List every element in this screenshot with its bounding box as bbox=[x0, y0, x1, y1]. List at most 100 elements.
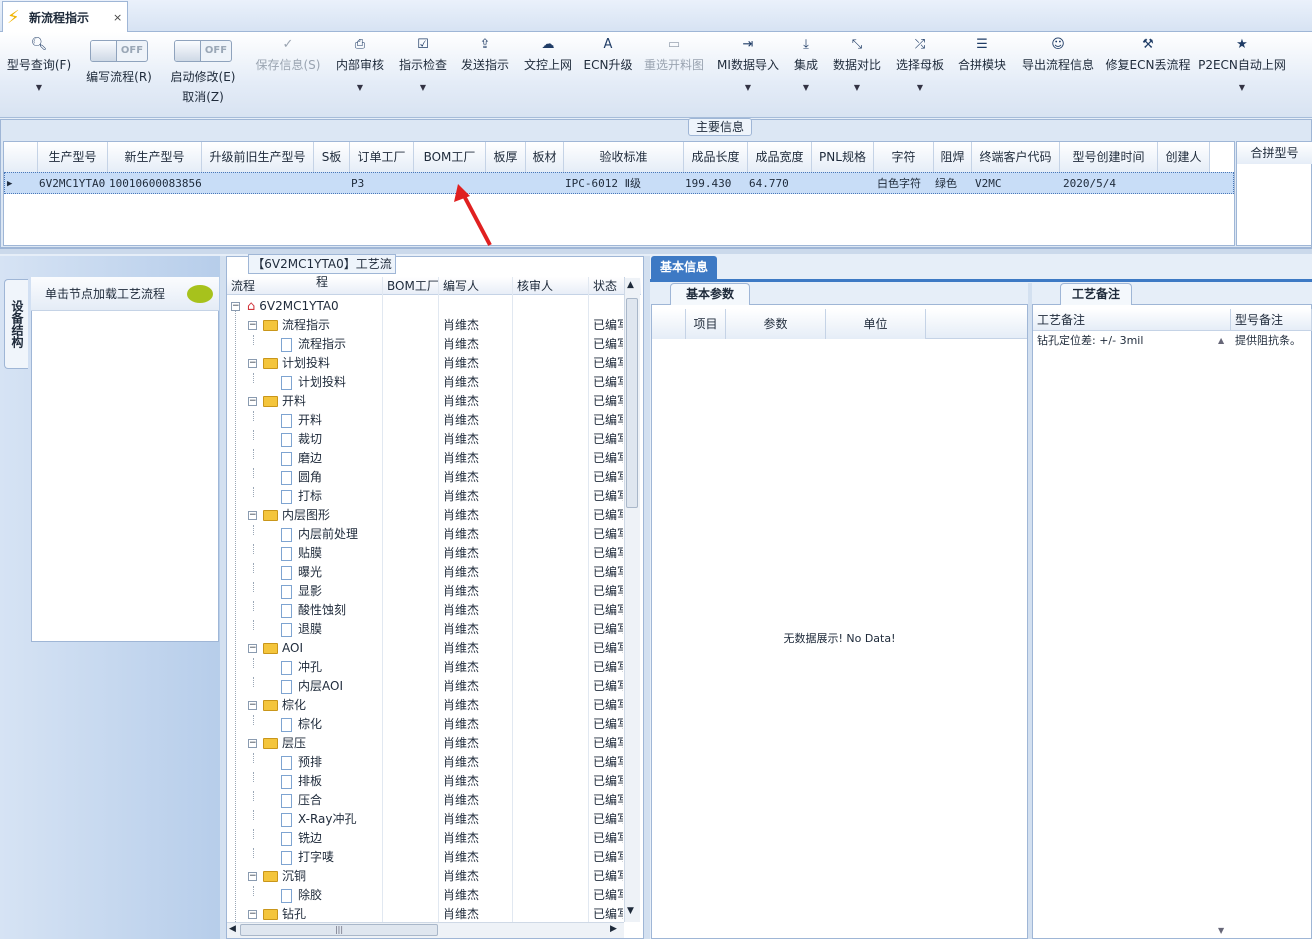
model-note-text[interactable]: 提供阻抗条。 bbox=[1231, 332, 1312, 350]
tree-step-node[interactable]: 贴膜肖维杰已编写 bbox=[227, 544, 623, 563]
cell-author[interactable]: 肖维杰 bbox=[443, 373, 479, 392]
cell-client[interactable]: V2MC bbox=[975, 173, 1002, 195]
col-header[interactable]: 状态 bbox=[589, 277, 625, 295]
cell-author[interactable]: 肖维杰 bbox=[443, 620, 479, 639]
cell-author[interactable]: 肖维杰 bbox=[443, 639, 479, 658]
tree-step-node[interactable]: 开料肖维杰已编写 bbox=[227, 411, 623, 430]
cell-author[interactable]: 肖维杰 bbox=[443, 430, 479, 449]
cell-standard[interactable]: IPC-6012 Ⅱ级 bbox=[565, 173, 641, 195]
cell-status[interactable]: 已编写 bbox=[593, 886, 623, 905]
col-header[interactable]: 编写人 bbox=[439, 277, 513, 295]
cell-author[interactable]: 肖维杰 bbox=[443, 487, 479, 506]
tree-step-node[interactable]: 内层前处理肖维杰已编写 bbox=[227, 525, 623, 544]
cell-author[interactable]: 肖维杰 bbox=[443, 658, 479, 677]
tree-step-node[interactable]: 铣边肖维杰已编写 bbox=[227, 829, 623, 848]
col-header[interactable]: 板厚 bbox=[486, 142, 526, 172]
cell-author[interactable]: 肖维杰 bbox=[443, 810, 479, 829]
cell-status[interactable]: 已编写 bbox=[593, 392, 623, 411]
tree-folder-node[interactable]: −内层图形肖维杰已编写 bbox=[227, 506, 623, 525]
cell-status[interactable]: 已编写 bbox=[593, 411, 623, 430]
cell-status[interactable]: 已编写 bbox=[593, 563, 623, 582]
col-header[interactable]: 订单工厂 bbox=[350, 142, 414, 172]
tree-step-node[interactable]: X-Ray冲孔肖维杰已编写 bbox=[227, 810, 623, 829]
process-note-text[interactable]: 钻孔定位差: +/- 3mil bbox=[1033, 332, 1231, 350]
col-header[interactable]: BOM工厂 bbox=[414, 142, 486, 172]
edit-flow-toggle[interactable]: OFF 编写流程(R) bbox=[82, 32, 156, 118]
tree-step-node[interactable]: 冲孔肖维杰已编写 bbox=[227, 658, 623, 677]
tree-step-node[interactable]: 压合肖维杰已编写 bbox=[227, 791, 623, 810]
collapse-icon[interactable]: − bbox=[248, 359, 257, 368]
col-header[interactable]: BOM工厂 bbox=[383, 277, 439, 295]
cell-status[interactable]: 已编写 bbox=[593, 772, 623, 791]
tree-step-node[interactable]: 裁切肖维杰已编写 bbox=[227, 430, 623, 449]
scrollbar-thumb[interactable]: ||| bbox=[240, 924, 438, 936]
col-header[interactable]: 新生产型号 bbox=[108, 142, 202, 172]
cell-status[interactable]: 已编写 bbox=[593, 506, 623, 525]
cell-status[interactable]: 已编写 bbox=[593, 753, 623, 772]
cell-status[interactable]: 已编写 bbox=[593, 525, 623, 544]
send-instruction-button[interactable]: ⇪ 发送指示 bbox=[458, 32, 512, 118]
scroll-down-icon[interactable]: ▼ bbox=[627, 906, 634, 916]
tab-basic-info[interactable]: 基本信息 bbox=[651, 256, 717, 280]
export-flow-button[interactable]: ☺ 导出流程信息 bbox=[1018, 32, 1098, 118]
cell-author[interactable]: 肖维杰 bbox=[443, 411, 479, 430]
save-button[interactable]: ✓ 保存信息(S) bbox=[250, 32, 326, 118]
tree-step-node[interactable]: 显影肖维杰已编写 bbox=[227, 582, 623, 601]
cell-author[interactable]: 肖维杰 bbox=[443, 772, 479, 791]
cell-created[interactable]: 2020/5/4 bbox=[1063, 173, 1116, 195]
col-header[interactable]: 升级前旧生产型号 bbox=[202, 142, 314, 172]
cell-status[interactable]: 已编写 bbox=[593, 829, 623, 848]
cell-model[interactable]: 6V2MC1YTA0 bbox=[39, 173, 105, 195]
col-header[interactable]: 单位 bbox=[826, 309, 926, 339]
doc-online-button[interactable]: ☁ 文控上网 bbox=[520, 32, 576, 118]
cell-status[interactable]: 已编写 bbox=[593, 620, 623, 639]
reselect-cut-button[interactable]: ▭ 重选开料图 bbox=[640, 32, 708, 118]
cell-author[interactable]: 肖维杰 bbox=[443, 848, 479, 867]
cell-status[interactable]: 已编写 bbox=[593, 639, 623, 658]
close-icon[interactable]: × bbox=[113, 11, 127, 24]
cell-author[interactable]: 肖维杰 bbox=[443, 753, 479, 772]
tree-step-node[interactable]: 棕化肖维杰已编写 bbox=[227, 715, 623, 734]
cell-status[interactable]: 已编写 bbox=[593, 696, 623, 715]
tree-step-node[interactable]: 打字唛肖维杰已编写 bbox=[227, 848, 623, 867]
col-header[interactable]: 项目 bbox=[686, 309, 726, 339]
cell-author[interactable]: 肖维杰 bbox=[443, 829, 479, 848]
tree-step-node[interactable]: 内层AOI肖维杰已编写 bbox=[227, 677, 623, 696]
cell-author[interactable]: 肖维杰 bbox=[443, 449, 479, 468]
col-header[interactable]: 创建人 bbox=[1158, 142, 1210, 172]
col-header[interactable]: 参数 bbox=[726, 309, 826, 339]
col-header[interactable]: 验收标准 bbox=[564, 142, 684, 172]
cell-char[interactable]: 白色字符 bbox=[877, 173, 921, 195]
cell-status[interactable]: 已编写 bbox=[593, 487, 623, 506]
tree-step-node[interactable]: 磨边肖维杰已编写 bbox=[227, 449, 623, 468]
collapse-icon[interactable]: − bbox=[248, 872, 257, 881]
cell-new-model[interactable]: 10010600083856 bbox=[109, 173, 202, 195]
tab-equipment-structure[interactable]: 设备结构 bbox=[4, 279, 28, 369]
cell-author[interactable]: 肖维杰 bbox=[443, 506, 479, 525]
scroll-up-icon[interactable]: ▲ bbox=[627, 280, 634, 290]
cell-solder[interactable]: 绿色 bbox=[935, 173, 957, 195]
col-header[interactable]: 字符 bbox=[874, 142, 934, 172]
grid-corner[interactable] bbox=[4, 142, 38, 172]
cell-width[interactable]: 64.770 bbox=[749, 173, 789, 195]
cell-status[interactable]: 已编写 bbox=[593, 677, 623, 696]
col-header[interactable]: 生产型号 bbox=[38, 142, 108, 172]
scroll-left-icon[interactable]: ◀ bbox=[229, 924, 236, 934]
col-header[interactable]: S板 bbox=[314, 142, 350, 172]
cell-author[interactable]: 肖维杰 bbox=[443, 335, 479, 354]
tree-folder-node[interactable]: −流程指示肖维杰已编写 bbox=[227, 316, 623, 335]
col-header[interactable]: 成品长度 bbox=[684, 142, 748, 172]
cell-author[interactable]: 肖维杰 bbox=[443, 715, 479, 734]
tree-step-node[interactable]: 排板肖维杰已编写 bbox=[227, 772, 623, 791]
cancel-button[interactable]: 取消(Z) bbox=[166, 88, 240, 105]
tree-step-node[interactable]: 计划投料肖维杰已编写 bbox=[227, 373, 623, 392]
cell-author[interactable]: 肖维杰 bbox=[443, 316, 479, 335]
cell-order-factory[interactable]: P3 bbox=[351, 173, 364, 195]
tab-process-notes[interactable]: 工艺备注 bbox=[1060, 283, 1132, 305]
tree-folder-node[interactable]: −AOI肖维杰已编写 bbox=[227, 639, 623, 658]
collapse-icon[interactable]: − bbox=[248, 739, 257, 748]
col-header[interactable]: 型号备注 bbox=[1231, 309, 1312, 331]
col-header[interactable]: 合拼型号 bbox=[1237, 142, 1312, 164]
cell-status[interactable]: 已编写 bbox=[593, 601, 623, 620]
cell-length[interactable]: 199.430 bbox=[685, 173, 731, 195]
